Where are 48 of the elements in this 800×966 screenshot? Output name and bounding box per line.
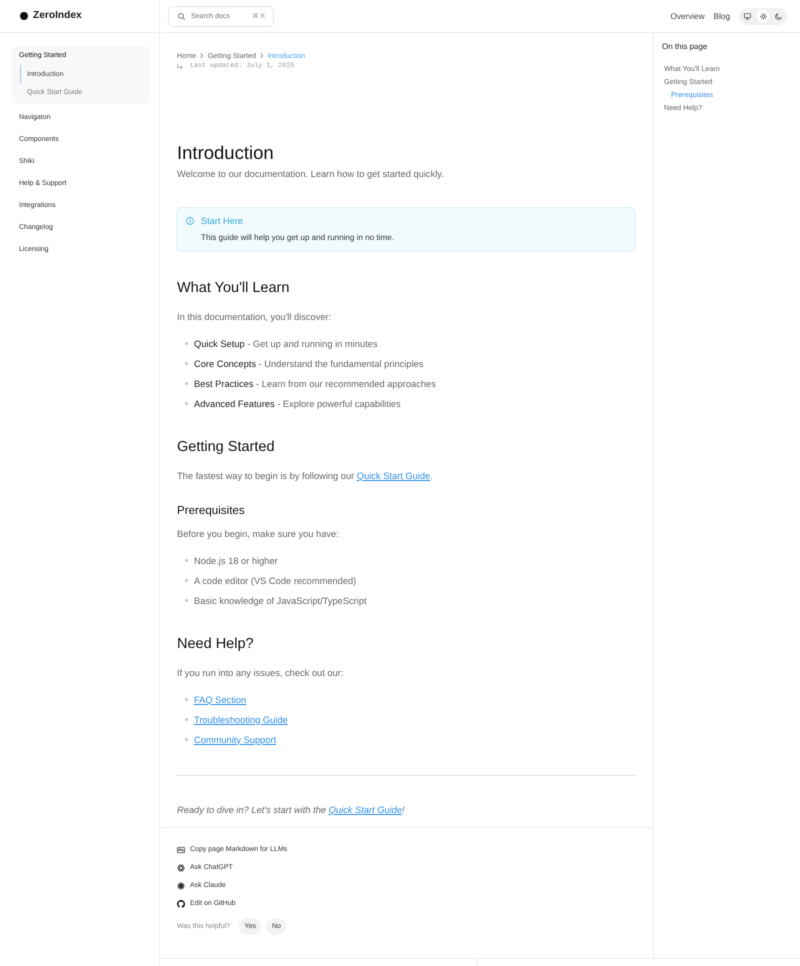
bullet-icon [184, 559, 188, 562]
paragraph: If you run into any issues, check out our: [177, 666, 344, 680]
theme-button[interactable] [756, 9, 770, 23]
chevron-icon [200, 52, 204, 58]
paragraph: Before you begin, make sure you have: [177, 528, 339, 540]
markdown-icon [177, 846, 185, 854]
callout-title: Start Here [201, 214, 243, 228]
bullet-icon [184, 342, 188, 345]
github-icon [177, 900, 185, 908]
atom-icon [177, 864, 185, 872]
list-item-text: Core Concepts - Understand the fundamental principles [194, 358, 424, 370]
bullet-icon [184, 718, 188, 721]
moon-icon [775, 12, 782, 20]
monitor-icon [744, 12, 751, 20]
list-item-text: Quick Setup - Get up and running in minutes [194, 338, 378, 350]
bullet-icon [184, 738, 188, 741]
bullet-icon [184, 698, 188, 701]
nav-link[interactable]: Blog [714, 10, 730, 22]
closing-note: Ready to dive in? Let's start with the Quick Start Guide! [177, 804, 405, 816]
callout-text: This guide will help you get up and running in no time. [201, 232, 394, 244]
bullet-icon [184, 382, 188, 385]
return-arrow-icon [177, 64, 183, 70]
subsection-heading: Prerequisites [177, 502, 245, 518]
bullet-icon [184, 599, 188, 602]
bullet-icon [184, 402, 188, 405]
list-item-text: A code editor (VS Code recommended) [194, 574, 356, 588]
section-heading: Need Help? [177, 634, 254, 652]
starburst-icon [177, 882, 185, 890]
search-icon [178, 12, 185, 20]
nav-link[interactable]: Overview [670, 10, 705, 22]
toc-heading: On this page [662, 41, 708, 53]
bullet-icon [184, 362, 188, 365]
site-name[interactable]: ZeroIndex [33, 10, 82, 22]
chevron-icon [260, 52, 264, 58]
bullet-icon [184, 579, 188, 582]
logo-icon [20, 12, 28, 20]
info-icon [186, 216, 194, 224]
list-item-text: Best Practices - Learn from our recommended approaches [194, 378, 436, 390]
list-item-text: Basic knowledge of JavaScript/TypeScript [194, 594, 367, 608]
list-item-text: Node.js 18 or higher [194, 554, 278, 568]
section-heading: Getting Started [177, 438, 275, 456]
lead-text: Welcome to our documentation. Learn how to get started quickly. [177, 168, 444, 180]
paragraph: In this documentation, you'll discover: [177, 310, 332, 324]
paragraph: The fastest way to begin is by following our Quick Start Guide. [177, 470, 433, 482]
page-title: Introduction [177, 142, 274, 164]
list-item-text: Advanced Features - Explore powerful capabilities [194, 398, 401, 410]
sun-icon [760, 12, 766, 20]
section-heading: What You'll Learn [177, 278, 290, 296]
